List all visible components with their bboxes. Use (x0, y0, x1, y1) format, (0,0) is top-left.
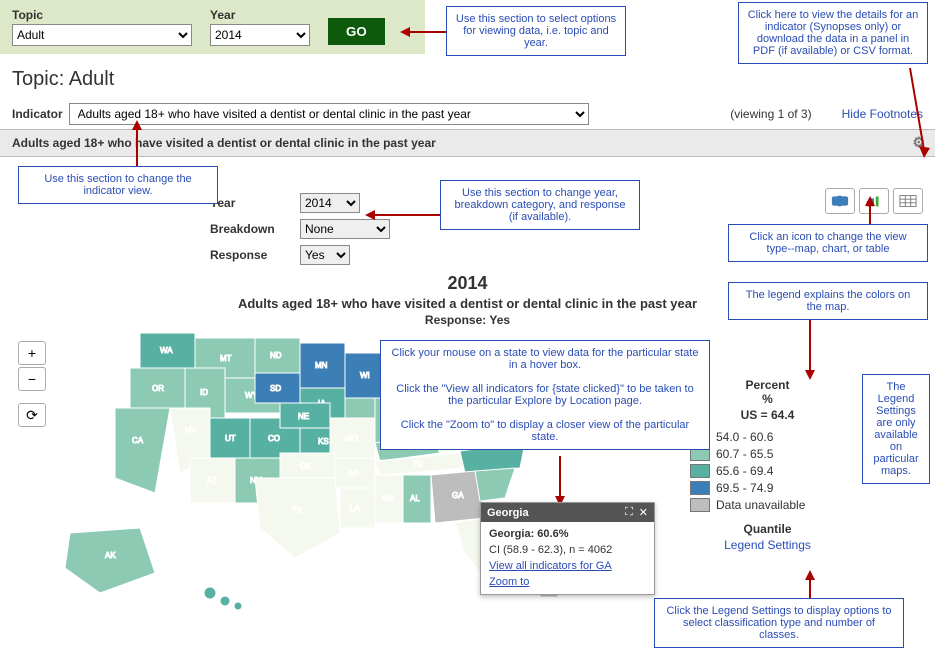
legend-settings-link[interactable]: Legend Settings (690, 538, 845, 552)
legend-us-value: US = 64.4 (690, 408, 845, 422)
popup-value: Georgia: 60.6% (489, 528, 646, 540)
svg-text:HI: HI (245, 601, 253, 610)
callout-subfilters: Use this section to change year, breakdo… (440, 180, 640, 230)
zoom-out-button[interactable]: − (18, 367, 46, 391)
filter-bar: Topic Adult Year 2014 GO (0, 0, 425, 54)
zoom-in-button[interactable]: + (18, 341, 46, 365)
popup-state-name: Georgia (487, 507, 529, 519)
legend-quantile: Quantile (690, 522, 845, 536)
sub-response-label: Response (210, 248, 290, 262)
legend-bin: Data unavailable (690, 498, 845, 512)
sub-breakdown-label: Breakdown (210, 222, 290, 236)
legend-bin: 54.0 - 60.6 (690, 430, 845, 444)
year-select[interactable]: 2014 (210, 24, 310, 46)
legend-title: Percent% (690, 378, 845, 406)
sub-year-select[interactable]: 2014 (300, 193, 360, 213)
callout-legend-settings-note: The Legend Settings are only available o… (862, 374, 930, 484)
callout-legend-settings: Click the Legend Settings to display opt… (654, 598, 904, 648)
popup-all-indicators-link[interactable]: View all indicators for GA (489, 560, 646, 572)
go-button[interactable]: GO (328, 18, 385, 45)
sub-year-label: Year (210, 196, 290, 210)
year-label: Year (210, 8, 310, 22)
popup-close-icon[interactable]: ✕ (639, 506, 648, 519)
legend-bin: 65.6 - 69.4 (690, 464, 845, 478)
callout-view-icons: Click an icon to change the view type--m… (728, 224, 928, 262)
panel-title: Adults aged 18+ who have visited a denti… (12, 136, 436, 150)
callout-indicator: Use this section to change the indicator… (18, 166, 218, 204)
callout-legend: The legend explains the colors on the ma… (728, 282, 928, 320)
callout-hover: Click your mouse on a state to view data… (380, 340, 710, 450)
popup-expand-icon[interactable]: ⛶ (625, 506, 633, 519)
map-view-button[interactable] (825, 188, 855, 214)
callout-download: Click here to view the details for an in… (738, 2, 928, 64)
state-popup: Georgia ⛶ ✕ Georgia: 60.6% CI (58.9 - 62… (480, 502, 655, 595)
topic-label: Topic (12, 8, 192, 22)
popup-ci: CI (58.9 - 62.3), n = 4062 (489, 544, 646, 556)
table-view-button[interactable] (893, 188, 923, 214)
popup-zoom-link[interactable]: Zoom to (489, 576, 646, 588)
topic-filter: Topic Adult (12, 8, 192, 46)
indicator-label: Indicator (12, 107, 63, 121)
topic-select[interactable]: Adult (12, 24, 192, 46)
year-filter: Year 2014 (210, 8, 310, 46)
legend-bin: 69.5 - 74.9 (690, 481, 845, 495)
sub-response-select[interactable]: Yes (300, 245, 350, 265)
map-controls: + − ⟳ (18, 341, 46, 427)
callout-filter: Use this section to select options for v… (446, 6, 626, 56)
reset-map-button[interactable]: ⟳ (18, 403, 46, 427)
legend-bin: 60.7 - 65.5 (690, 447, 845, 461)
viewing-count: (viewing 1 of 3) (730, 107, 811, 121)
legend: Percent% US = 64.4 54.0 - 60.6 60.7 - 65… (690, 378, 845, 552)
